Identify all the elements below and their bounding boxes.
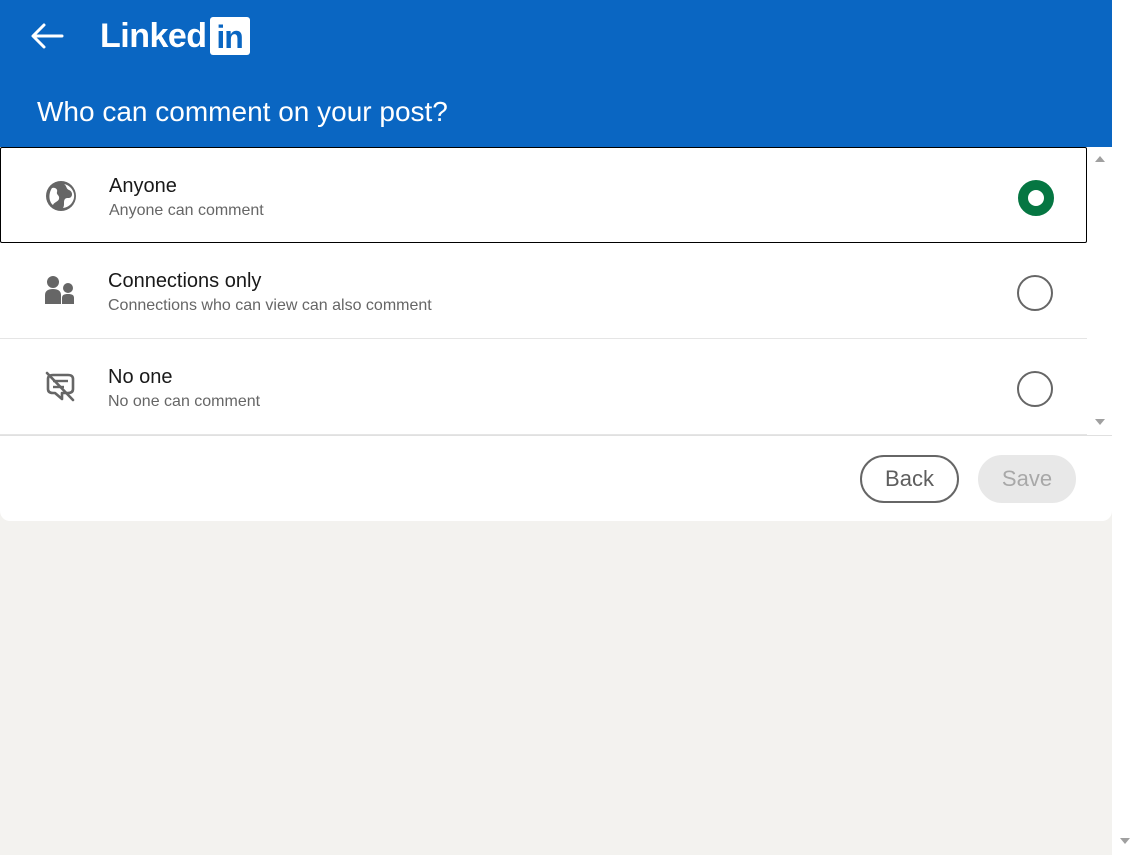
people-icon bbox=[45, 276, 74, 304]
option-title: Connections only bbox=[108, 270, 262, 292]
save-button[interactable]: Save bbox=[978, 455, 1076, 503]
footer-divider bbox=[0, 435, 1112, 436]
option-description: Connections who can view can also commen… bbox=[108, 297, 432, 314]
option-title: Anyone bbox=[109, 175, 177, 197]
radio-anyone[interactable] bbox=[1018, 180, 1054, 216]
scroll-down-icon[interactable] bbox=[1095, 419, 1105, 425]
logo-box: in bbox=[209, 17, 250, 55]
logo-text: Linked bbox=[100, 17, 207, 55]
back-button[interactable]: Back bbox=[860, 455, 959, 503]
linkedin-logo: Linked in bbox=[100, 16, 250, 56]
option-no-one[interactable]: No one No one can comment bbox=[0, 339, 1087, 435]
option-title: No one bbox=[108, 366, 173, 388]
comment-off-icon bbox=[45, 371, 75, 402]
option-description: No one can comment bbox=[108, 393, 261, 410]
page: Linked in Who can comment on your post? … bbox=[0, 0, 1137, 855]
radio-no-one[interactable] bbox=[1017, 371, 1053, 407]
radio-connections-only[interactable] bbox=[1017, 275, 1053, 311]
option-anyone[interactable]: Anyone Anyone can comment bbox=[0, 147, 1087, 243]
scroll-down-icon[interactable] bbox=[1120, 838, 1130, 844]
comment-options-list: Anyone Anyone can comment Connections on… bbox=[0, 147, 1087, 435]
option-connections-only[interactable]: Connections only Connections who can vie… bbox=[0, 243, 1087, 339]
dialog-header: Linked in Who can comment on your post? bbox=[0, 0, 1112, 147]
comment-settings-dialog: Linked in Who can comment on your post? … bbox=[0, 0, 1112, 521]
option-description: Anyone can comment bbox=[109, 202, 264, 219]
scroll-up-icon[interactable] bbox=[1095, 156, 1105, 162]
page-scrollbar[interactable] bbox=[1112, 0, 1137, 855]
dialog-title: Who can comment on your post? bbox=[37, 96, 448, 127]
back-arrow-icon[interactable] bbox=[28, 18, 68, 54]
options-scrollbar[interactable] bbox=[1089, 147, 1111, 435]
globe-icon bbox=[46, 181, 76, 211]
